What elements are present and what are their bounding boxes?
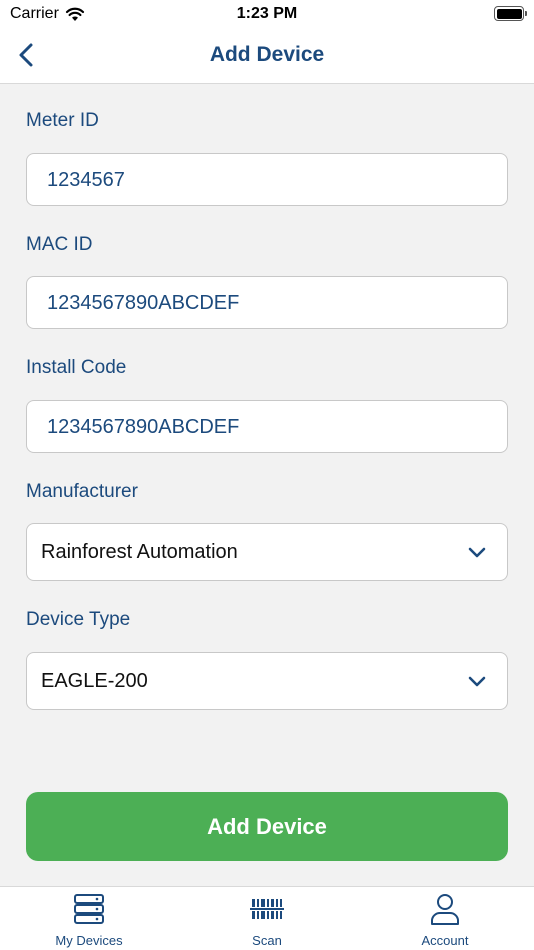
mac-id-label: MAC ID [26, 234, 93, 255]
navigation-bar: Add Device [0, 30, 534, 84]
page-title: Add Device [209, 43, 325, 66]
manufacturer-label: Manufacturer [26, 481, 138, 502]
tab-scan[interactable]: Scan [197, 893, 337, 950]
install-code-label: Install Code [26, 357, 127, 378]
mac-id-value: 1234567890ABCDEF [47, 292, 240, 314]
server-icon [74, 894, 104, 924]
mac-id-field[interactable]: 1234567890ABCDEF [26, 276, 508, 329]
tab-bar: My Devices Scan Account [0, 886, 534, 950]
install-code-field[interactable]: 1234567890ABCDEF [26, 400, 508, 453]
meter-id-value: 1234567 [47, 169, 125, 191]
device-type-value: EAGLE-200 [41, 670, 148, 692]
manufacturer-value: Rainforest Automation [41, 541, 238, 563]
chevron-down-icon [468, 547, 486, 558]
device-type-label: Device Type [26, 609, 131, 630]
tab-scan-label: Scan [252, 933, 282, 948]
tab-account-label: Account [421, 933, 469, 948]
manufacturer-select[interactable]: Rainforest Automation [26, 523, 508, 581]
add-device-button[interactable]: Add Device [26, 792, 508, 861]
tab-my-devices-label: My Devices [55, 933, 123, 948]
status-time: 1:23 PM [236, 5, 298, 22]
install-code-value: 1234567890ABCDEF [47, 416, 240, 438]
chevron-down-icon [468, 676, 486, 687]
meter-id-field[interactable]: 1234567 [26, 153, 508, 206]
meter-id-label: Meter ID [26, 110, 99, 131]
device-type-select[interactable]: EAGLE-200 [26, 652, 508, 710]
barcode-icon [250, 899, 284, 919]
status-bar: Carrier 1:23 PM [0, 0, 534, 30]
tab-account[interactable]: Account [375, 893, 515, 950]
person-icon [431, 894, 459, 925]
battery-icon [494, 6, 527, 21]
tab-my-devices[interactable]: My Devices [19, 893, 159, 950]
